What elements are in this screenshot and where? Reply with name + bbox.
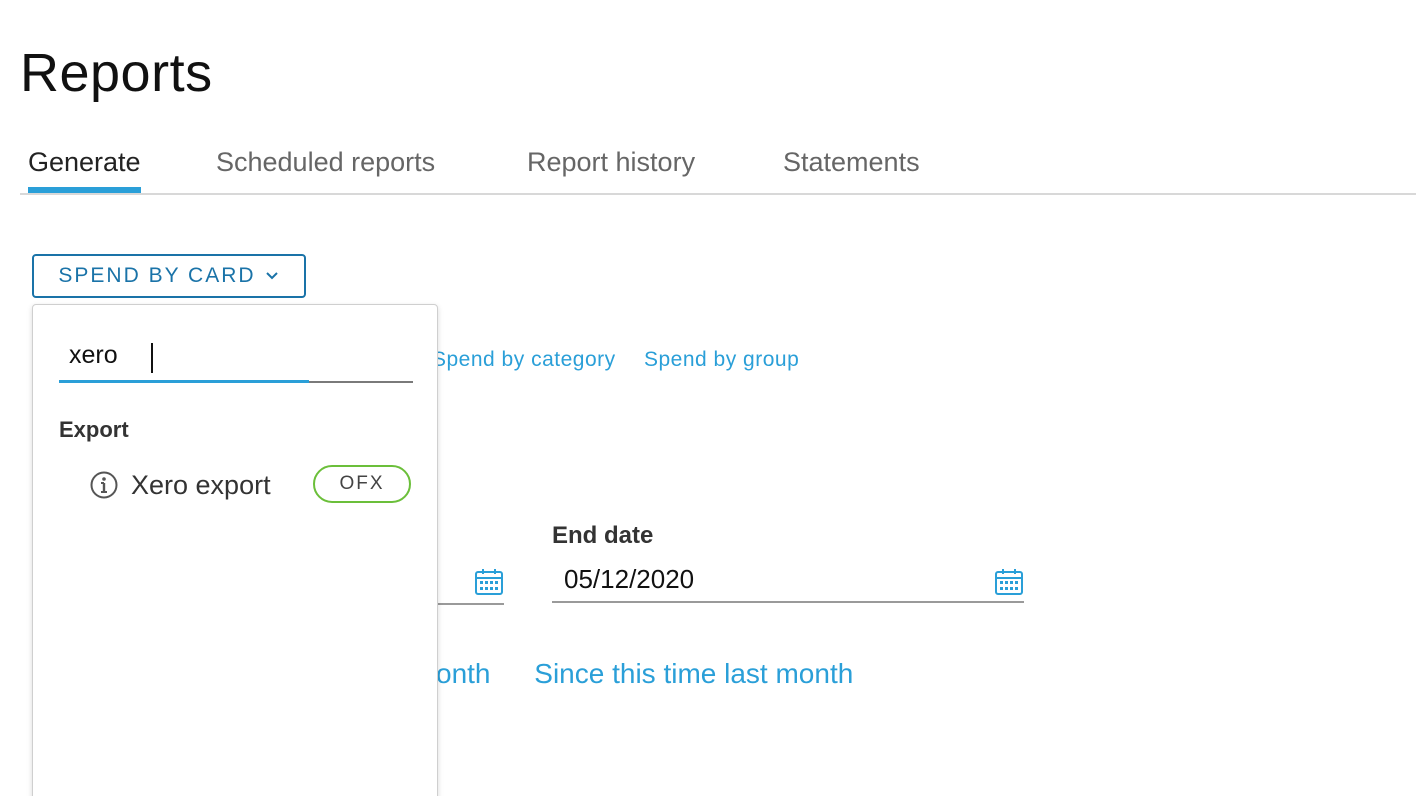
calendar-icon[interactable] bbox=[994, 568, 1024, 596]
link-spend-by-category[interactable]: Spend by category bbox=[432, 348, 616, 371]
tab-statements[interactable]: Statements bbox=[783, 138, 920, 191]
quick-range-since-last-month[interactable]: Since this time last month bbox=[534, 658, 853, 689]
quick-range-month[interactable]: onth bbox=[436, 658, 491, 689]
format-badge: OFX bbox=[313, 465, 411, 503]
chevron-down-icon bbox=[265, 272, 278, 280]
reports-page: Reports Generate Scheduled reports Repor… bbox=[0, 0, 1416, 796]
page-title: Reports bbox=[20, 43, 213, 103]
start-date-field[interactable] bbox=[436, 560, 504, 605]
report-search-input[interactable] bbox=[69, 341, 399, 370]
calendar-icon[interactable] bbox=[474, 568, 504, 596]
report-type-dropdown-panel: Export Xero export OFX bbox=[32, 304, 438, 796]
tab-scheduled-reports[interactable]: Scheduled reports bbox=[216, 138, 435, 191]
report-type-dropdown-button[interactable]: SPEND BY CARD bbox=[32, 254, 306, 298]
end-date-input[interactable] bbox=[564, 564, 964, 595]
link-spend-by-group[interactable]: Spend by group bbox=[644, 348, 799, 371]
result-item-label: Xero export bbox=[131, 469, 271, 500]
tab-generate[interactable]: Generate bbox=[28, 138, 141, 193]
end-date-field[interactable] bbox=[552, 560, 1024, 603]
quick-date-ranges: onth Since this time last month bbox=[436, 658, 853, 690]
result-item-xero-export[interactable]: Xero export OFX bbox=[89, 463, 419, 507]
info-icon bbox=[90, 471, 118, 499]
report-type-label: SPEND BY CARD bbox=[58, 264, 256, 287]
result-group-label: Export bbox=[59, 417, 129, 442]
tab-bar: Generate Scheduled reports Report histor… bbox=[20, 138, 1416, 195]
end-date-label: End date bbox=[552, 522, 654, 549]
text-caret bbox=[151, 343, 153, 373]
report-search-field[interactable] bbox=[59, 335, 413, 383]
tab-report-history[interactable]: Report history bbox=[527, 138, 695, 191]
report-links: Spend by category Spend by group bbox=[432, 348, 821, 372]
